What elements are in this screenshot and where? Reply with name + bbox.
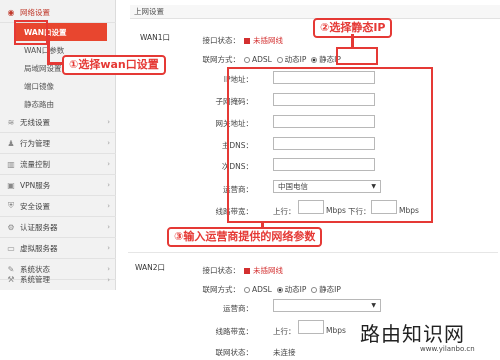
wifi-icon: ≋ bbox=[7, 117, 15, 127]
chevron-right-icon: › bbox=[107, 181, 110, 189]
chevron-right-icon: › bbox=[107, 202, 110, 210]
sidebar-group-virtual-server[interactable]: ▭ 虚拟服务器 › bbox=[0, 238, 116, 259]
wan1-mode-adsl[interactable]: ADSL bbox=[244, 55, 272, 64]
wan2-net-status-value: 未连接 bbox=[273, 348, 296, 357]
wan2-mode-adsl[interactable]: ADSL bbox=[244, 285, 272, 294]
sidebar-group-label: 流量控制 bbox=[20, 159, 50, 169]
server-icon: ⚙ bbox=[7, 222, 15, 232]
globe-icon: ◉ bbox=[7, 7, 15, 17]
sidebar-group-label: 认证服务器 bbox=[20, 222, 58, 232]
wan2-upload-unit: Mbps bbox=[326, 326, 346, 335]
shield-icon: ⛨ bbox=[8, 201, 14, 210]
radio-selected-icon bbox=[311, 57, 318, 63]
chevron-right-icon: › bbox=[107, 223, 110, 231]
section-divider bbox=[128, 252, 498, 253]
highlight-param-fields bbox=[227, 67, 433, 223]
radio-icon bbox=[276, 57, 283, 63]
wan2-bandwidth-label: 线路带宽： bbox=[215, 327, 254, 336]
sidebar-group-system-manage[interactable]: ⚒ 系统管理 › bbox=[0, 269, 116, 290]
sidebar-group-label: 虚拟服务器 bbox=[20, 243, 58, 253]
wan2-status-label: 接口状态： bbox=[202, 266, 241, 275]
radio-label: 动态IP bbox=[284, 285, 307, 294]
chevron-right-icon: › bbox=[107, 244, 110, 252]
wan2-isp-select[interactable]: ▼ bbox=[273, 299, 381, 312]
sidebar-group-behavior[interactable]: ♟ 行为管理 › bbox=[0, 133, 116, 154]
monitor-icon: ▭ bbox=[7, 243, 15, 253]
radio-icon bbox=[244, 287, 250, 293]
sidebar-group-security[interactable]: ⛨ 安全设置 › bbox=[0, 196, 116, 217]
wan2-net-status-label: 联网状态： bbox=[215, 348, 254, 357]
wan1-status-label: 接口状态： bbox=[202, 36, 241, 45]
sidebar-group-traffic[interactable]: ▥ 流量控制 › bbox=[0, 154, 116, 175]
wan2-status-badge: 未插网线 bbox=[244, 265, 283, 276]
highlight-wan-settings bbox=[14, 20, 48, 45]
sidebar-group-label: 无线设置 bbox=[20, 117, 50, 127]
wan2-status-value: 未插网线 bbox=[253, 266, 283, 275]
callout-connector bbox=[351, 34, 354, 48]
callout-step-3: ③输入运营商提供的网络参数 bbox=[167, 227, 323, 247]
wan2-mode-label: 联网方式： bbox=[202, 285, 241, 294]
callout-connector bbox=[47, 62, 63, 65]
wan2-mode-dhcp[interactable]: 动态IP bbox=[276, 285, 307, 294]
chevron-down-icon: ▼ bbox=[371, 302, 376, 309]
highlight-static-ip bbox=[336, 47, 378, 65]
chevron-right-icon: › bbox=[107, 139, 110, 147]
unplugged-icon bbox=[244, 268, 250, 274]
wan1-section-title: WAN1口 bbox=[140, 33, 171, 42]
chevron-right-icon: › bbox=[107, 160, 110, 168]
radio-label: 动态IP bbox=[284, 55, 307, 64]
wan1-mode-radio-group: ADSL 动态IP 静态IP bbox=[244, 54, 341, 65]
wan2-mode-radio-group: ADSL 动态IP 静态IP bbox=[244, 284, 341, 295]
radio-selected-icon bbox=[276, 287, 283, 293]
callout-connector bbox=[47, 35, 50, 64]
radio-icon bbox=[244, 57, 250, 63]
wan1-status-value: 未插网线 bbox=[253, 36, 283, 45]
radio-label: ADSL bbox=[252, 55, 272, 64]
wan2-upload-label: 上行： bbox=[273, 327, 296, 336]
wan1-mode-label: 联网方式： bbox=[202, 55, 241, 64]
radio-label: 静态IP bbox=[319, 285, 341, 294]
user-icon: ♟ bbox=[7, 138, 15, 148]
sidebar-group-label: 系统管理 bbox=[20, 275, 50, 284]
chevron-right-icon: › bbox=[107, 275, 110, 284]
wrench-icon: ⚒ bbox=[7, 275, 15, 284]
watermark-title: 路由知识网 bbox=[360, 322, 465, 346]
vpn-icon: ▣ bbox=[7, 180, 15, 190]
sidebar-group-label: 行为管理 bbox=[20, 138, 50, 148]
wan1-status-badge: 未插网线 bbox=[244, 35, 283, 46]
sidebar-group-label: 网络设置 bbox=[20, 7, 50, 17]
sidebar-group-label: VPN服务 bbox=[20, 180, 51, 190]
sidebar-item-port-mirror[interactable]: 端口镜像 bbox=[0, 77, 116, 95]
radio-label: ADSL bbox=[252, 285, 272, 294]
sidebar-group-auth[interactable]: ⚙ 认证服务器 › bbox=[0, 217, 116, 238]
watermark-url: www.yilanbo.cn bbox=[420, 345, 475, 353]
chevron-right-icon: › bbox=[107, 118, 110, 126]
sidebar-group-label: 安全设置 bbox=[20, 201, 50, 211]
wan2-isp-label: 运营商： bbox=[223, 304, 253, 313]
breadcrumb: 上网设置 bbox=[130, 5, 500, 19]
wan2-upload-bandwidth-field[interactable] bbox=[298, 320, 324, 334]
radio-icon bbox=[311, 287, 318, 293]
unplugged-icon bbox=[244, 38, 250, 44]
wan2-section-title: WAN2口 bbox=[135, 263, 166, 272]
sidebar-group-wireless[interactable]: ≋ 无线设置 › bbox=[0, 112, 116, 133]
wan2-mode-static[interactable]: 静态IP bbox=[311, 285, 341, 294]
callout-step-1: ①选择wan口设置 bbox=[62, 55, 166, 75]
wan1-mode-dhcp[interactable]: 动态IP bbox=[276, 55, 307, 64]
sidebar-group-vpn[interactable]: ▣ VPN服务 › bbox=[0, 175, 116, 196]
sidebar-item-static-route[interactable]: 静态路由 bbox=[0, 95, 116, 113]
chart-icon: ▥ bbox=[7, 159, 15, 169]
